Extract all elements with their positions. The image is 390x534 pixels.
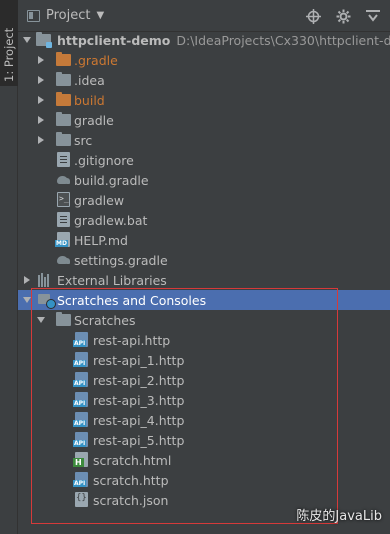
tree-row-build-gradle[interactable]: build.gradle [18,170,390,190]
expand-arrow-icon[interactable] [36,95,46,105]
tree-row-settings-gradle[interactable]: settings.gradle [18,250,390,270]
folder-icon [56,132,71,146]
tree-item-label: scratch.json [93,492,169,508]
terminal-file-icon [57,192,70,207]
gradle-icon [55,254,71,266]
tool-window-strip: 1: Project [0,0,18,534]
tree-item-label: .gitignore [74,152,134,168]
project-tool-tab-label: 1: Project [2,27,16,82]
folder-icon [56,312,71,326]
tree-row-external-libraries[interactable]: External Libraries [18,270,390,290]
folder-orange-icon [56,92,71,106]
tree-row-scratch-file[interactable]: H scratch.html [18,450,390,470]
tree-item-label: .gradle [74,52,118,68]
tree-item-label: Scratches and Consoles [57,292,207,308]
tree-row-idea-dir[interactable]: .idea [18,70,390,90]
tree-item-label: HELP.md [74,232,128,248]
http-file-icon: API [73,432,88,447]
view-selector[interactable]: Project ▼ [27,8,104,23]
markdown-file-icon: MD [55,232,70,247]
tree-item-label: gradle [74,112,114,128]
folder-icon [56,72,71,86]
http-file-icon: API [73,372,88,387]
scratches-icon [38,293,56,309]
tree-item-label: settings.gradle [74,252,168,268]
tree-row-scratch-file[interactable]: API rest-api_4.http [18,410,390,430]
tree-item-label: rest-api_5.http [93,432,185,448]
folder-icon [56,112,71,126]
tree-item-label: rest-api_3.http [93,392,185,408]
tree-row-scratch-file[interactable]: API rest-api_5.http [18,430,390,450]
tree-item-label: scratch.http [93,472,169,488]
tree-row-gradlew[interactable]: gradlew [18,190,390,210]
libraries-icon [38,273,53,287]
json-file-icon [75,492,88,507]
settings-icon[interactable] [334,7,352,25]
tree-row-help-md[interactable]: MD HELP.md [18,230,390,250]
crosshair-icon[interactable] [304,7,322,25]
tree-row-build-dir[interactable]: build [18,90,390,110]
http-file-icon: API [73,352,88,367]
folder-orange-icon [56,52,71,66]
http-file-icon: API [73,392,88,407]
text-file-icon [57,212,70,227]
http-file-icon: API [73,412,88,427]
project-view-icon [27,9,40,22]
tree-item-label: build [74,92,105,108]
expand-arrow-icon[interactable] [36,75,46,85]
tree-row-scratches-and-consoles[interactable]: Scratches and Consoles [18,290,390,310]
hide-icon[interactable] [364,7,382,25]
tree-item-label: src [74,132,93,148]
expand-arrow-icon[interactable] [22,275,32,285]
tree-row-gitignore[interactable]: .gitignore [18,150,390,170]
collapse-arrow-icon[interactable] [36,315,46,325]
expand-arrow-icon[interactable] [36,115,46,125]
expand-arrow-icon[interactable] [36,135,46,145]
tree-item-label: rest-api.http [93,332,171,348]
tree-row-gradle-dir[interactable]: .gradle [18,50,390,70]
root-path: D:\IdeaProjects\Cx330\httpclient-demo [176,32,390,48]
tree-row-scratch-file[interactable]: API rest-api_3.http [18,390,390,410]
project-tree: httpclient-demo D:\IdeaProjects\Cx330\htt… [18,30,390,510]
tree-item-label: External Libraries [57,272,167,288]
tree-row-scratch-file[interactable]: API rest-api_1.http [18,350,390,370]
tree-row-gradlew-bat[interactable]: gradlew.bat [18,210,390,230]
http-file-icon: API [73,472,88,487]
tree-item-label: .idea [74,72,105,88]
tree-item-label: rest-api_4.http [93,412,185,428]
gradle-icon [55,174,71,186]
tree-row-root[interactable]: httpclient-demo D:\IdeaProjects\Cx330\htt… [18,30,390,50]
project-panel: Project ▼ httpclient-demo D:\IdeaProjects… [18,0,390,534]
root-label: httpclient-demo D:\IdeaProjects\Cx330\htt… [57,33,390,48]
collapse-arrow-icon[interactable] [22,295,32,305]
text-file-icon [57,152,70,167]
http-file-icon: API [73,332,88,347]
project-tool-tab[interactable]: 1: Project [0,0,18,86]
tree-row-gradle-folder[interactable]: gradle [18,110,390,130]
tree-item-label: rest-api_1.http [93,352,185,368]
expand-arrow-icon[interactable] [36,55,46,65]
tree-row-src-folder[interactable]: src [18,130,390,150]
chevron-down-icon: ▼ [96,10,105,21]
tree-item-label: Scratches [74,312,136,328]
tree-row-scratch-file[interactable]: API scratch.http [18,470,390,490]
watermark: 陈皮的JavaLib [296,509,382,524]
tree-item-label: rest-api_2.http [93,372,185,388]
module-badge-icon [46,42,52,48]
project-panel-header: Project ▼ [18,0,390,32]
tree-item-label: gradlew [74,192,125,208]
tree-item-label: gradlew.bat [74,212,148,228]
tree-row-scratches-folder[interactable]: Scratches [18,310,390,330]
tree-row-scratch-file[interactable]: API rest-api.http [18,330,390,350]
view-selector-label: Project [46,8,91,23]
tree-item-label: build.gradle [74,172,149,188]
tree-item-label: scratch.html [93,452,172,468]
tree-row-scratch-file[interactable]: API rest-api_2.http [18,370,390,390]
html-file-icon: H [73,452,88,467]
collapse-arrow-icon[interactable] [22,35,32,45]
